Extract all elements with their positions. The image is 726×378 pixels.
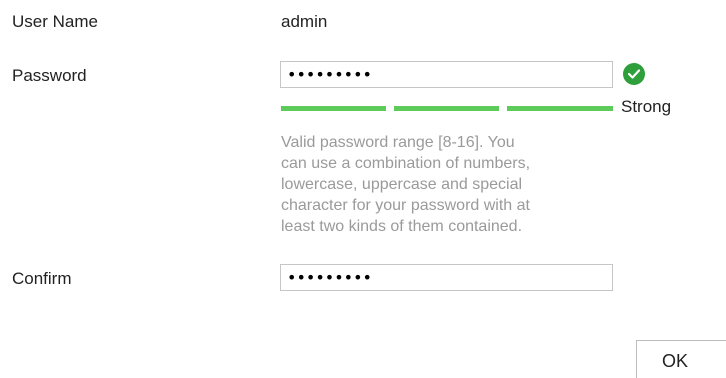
password-label: Password [12, 66, 87, 85]
strength-label: Strong [621, 97, 672, 116]
strength-bar-2 [394, 106, 499, 111]
strength-bar-1 [281, 106, 386, 111]
username-label: User Name [12, 12, 98, 31]
check-circle-icon [623, 63, 645, 85]
username-value: admin [281, 12, 328, 31]
password-field[interactable]: ••••••••• [280, 61, 613, 88]
confirm-value: ••••••••• [287, 268, 372, 287]
strength-bar-3 [507, 106, 613, 111]
ok-button[interactable]: OK [636, 340, 726, 378]
confirm-label: Confirm [12, 269, 72, 288]
password-hint: Valid password range [8-16]. You can use… [281, 134, 531, 235]
password-value: ••••••••• [287, 65, 372, 84]
confirm-field[interactable]: ••••••••• [280, 264, 613, 291]
